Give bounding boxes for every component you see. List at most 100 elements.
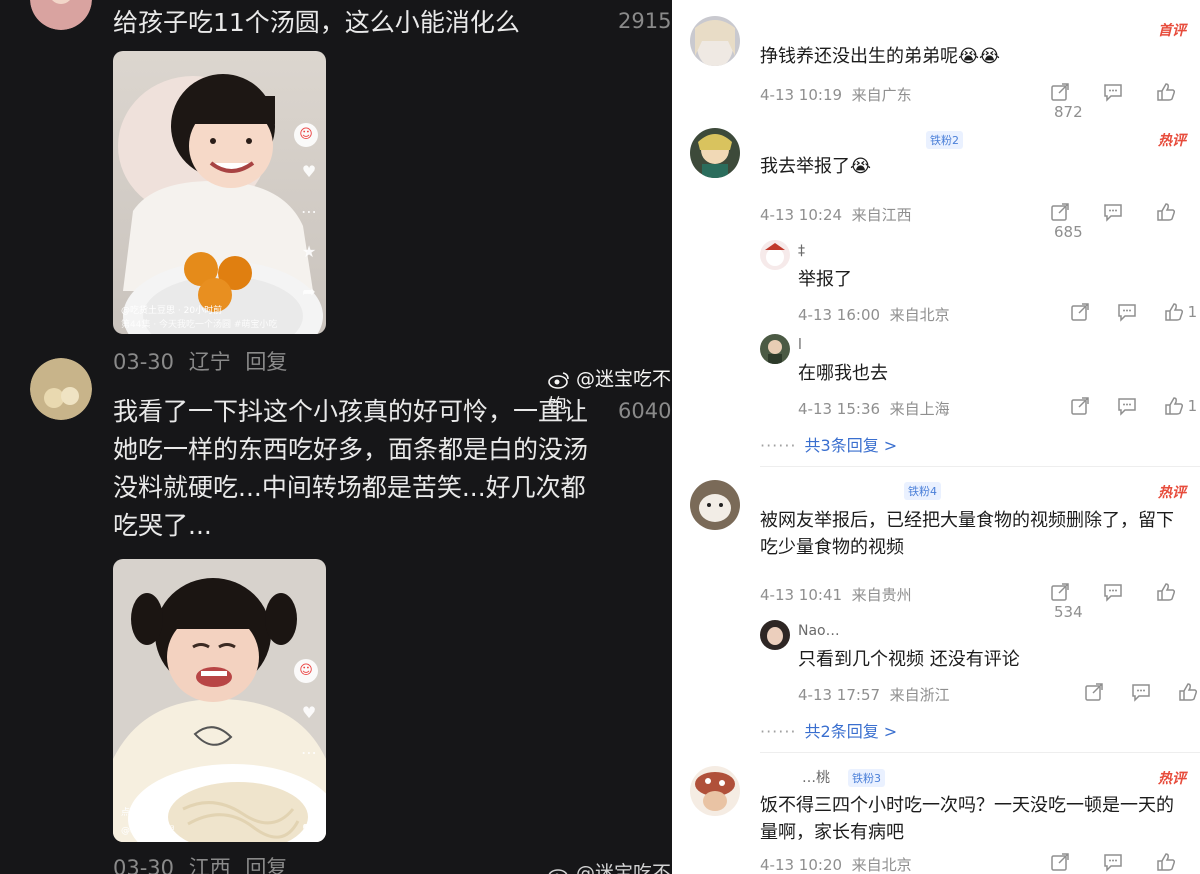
thumbs-up-icon[interactable] — [1156, 202, 1176, 222]
comment-icon[interactable]: ⋯ — [300, 744, 318, 762]
share-arrow-icon[interactable]: ➦ — [300, 283, 318, 301]
video-user: @吃货土豆思 · 20小时前 — [121, 306, 223, 316]
comment-actions: 872 — [1050, 82, 1200, 121]
reply-text: 只看到几个视频 还没有评论 — [798, 649, 1020, 670]
more-replies-link[interactable]: ······ 共2条回复 > — [760, 718, 897, 742]
comment-bubble-icon[interactable] — [1117, 302, 1137, 322]
divider — [760, 466, 1200, 467]
weibo-logo-icon — [548, 371, 569, 389]
username[interactable]: Nao… — [798, 623, 840, 639]
comment-meta: 4-13 10:19 来自广东 — [760, 86, 912, 104]
fan-badge: 铁粉3 — [848, 769, 885, 787]
like-count: 2915 — [618, 9, 672, 33]
comment-text: 我去举报了😭 — [760, 156, 872, 177]
comment-bubble-icon[interactable] — [1103, 202, 1123, 222]
reply-meta: 4-13 15:36 来自上海 — [798, 400, 950, 418]
avatar[interactable] — [690, 766, 740, 816]
avatar[interactable] — [30, 358, 92, 420]
reply-actions: 1 — [1070, 396, 1197, 416]
hot-comment-tag: 热评 — [1158, 771, 1186, 787]
comment-text: 挣钱养还没出生的弟弟呢😭😭 — [760, 46, 1001, 67]
fan-badge: 铁粉2 — [926, 131, 963, 149]
comment-date: 03-30 — [113, 350, 175, 374]
reply-actions — [1084, 682, 1200, 702]
thumbs-up-icon[interactable] — [1178, 682, 1198, 702]
thumbs-up-icon[interactable] — [1164, 302, 1184, 322]
thumbs-up-icon[interactable] — [1156, 82, 1176, 102]
comment-meta: 03-30 辽宁 回复 — [113, 346, 295, 376]
repost-icon[interactable] — [1070, 396, 1090, 416]
repost-icon[interactable] — [1050, 202, 1070, 222]
avatar[interactable] — [760, 620, 790, 650]
video-thumbnail[interactable]: ☺ ♥ ⋯ ★ ➦ 点击推荐 @吃货土豆思 — [113, 559, 326, 842]
creator-avatar-icon[interactable]: ☺ — [294, 659, 318, 683]
reply-text: 在哪我也去 — [798, 363, 888, 384]
more-replies-link[interactable]: ······ 共3条回复 > — [760, 432, 897, 456]
like-count: 6040 — [618, 399, 672, 423]
reply-meta: 4-13 17:57 来自浙江 — [798, 686, 950, 704]
like-heart-icon[interactable]: ♥ — [300, 704, 318, 722]
comment-actions: 396 — [1050, 852, 1200, 874]
avatar[interactable] — [690, 480, 740, 530]
reply-button[interactable]: 回复 — [245, 856, 287, 874]
username[interactable]: l — [798, 337, 802, 353]
like-count: 1 — [1187, 303, 1198, 321]
avatar[interactable] — [760, 240, 790, 270]
first-comment-tag: 首评 — [1158, 23, 1186, 39]
creator-avatar-icon[interactable]: ☺ — [294, 123, 318, 147]
like-count: 872 — [1054, 102, 1083, 121]
repost-icon[interactable] — [1050, 82, 1070, 102]
comment-bubble-icon[interactable] — [1117, 396, 1137, 416]
comment-actions: 685 — [1050, 202, 1200, 241]
video-desc: 第44集 · 今天我吃一个汤圆 #萌宝小吃 — [121, 320, 278, 330]
comment-region: 江西 — [188, 856, 231, 874]
username[interactable]: …桃 — [802, 767, 830, 787]
reply-actions: 1 — [1070, 302, 1197, 322]
comment-text: 饭不得三四个小时吃一次吗？一天没吃一顿是一天的量啊，家长有病吧 — [760, 795, 1174, 843]
video-thumbnail[interactable]: ☺ ♥ ⋯ ★ ➦ @吃货土豆思 · 20小时前 第44集 · 今天我吃一个汤圆… — [113, 51, 326, 334]
comment-meta: 03-30 江西 回复 — [113, 852, 295, 874]
hot-comment-tag: 热评 — [1158, 133, 1186, 149]
hot-comment-tag: 热评 — [1158, 485, 1186, 501]
comment-region: 辽宁 — [188, 350, 231, 374]
reply-text: 举报了 — [798, 269, 852, 290]
favorite-star-icon[interactable]: ★ — [300, 784, 318, 802]
weibo-comments-panel: 首评 挣钱养还没出生的弟弟呢😭😭 4-13 10:19 来自广东 872 铁粉2… — [672, 0, 1200, 874]
comment-text: 给孩子吃11个汤圆，这么小能消化么 — [113, 8, 520, 37]
comment-actions: 534 — [1050, 582, 1200, 621]
douyin-comments-panel: 给孩子吃11个汤圆，这么小能消化么 2915 ☺ ♥ ⋯ ★ ➦ @吃货土豆思 … — [0, 0, 672, 874]
repost-icon[interactable] — [1084, 682, 1104, 702]
avatar[interactable] — [760, 334, 790, 364]
thumbs-up-icon[interactable] — [1164, 396, 1184, 416]
thumbs-up-icon[interactable] — [1156, 852, 1176, 872]
comment-bubble-icon[interactable] — [1103, 582, 1123, 602]
comment-bubble-icon[interactable] — [1131, 682, 1151, 702]
divider — [760, 752, 1200, 753]
avatar[interactable] — [690, 128, 740, 178]
repost-icon[interactable] — [1050, 582, 1070, 602]
repost-icon[interactable] — [1070, 302, 1090, 322]
favorite-star-icon[interactable]: ★ — [300, 243, 318, 261]
like-count: 685 — [1054, 222, 1083, 241]
comment-meta: 4-13 10:20 来自北京 — [760, 856, 912, 874]
reply-meta: 4-13 16:00 来自北京 — [798, 306, 950, 324]
like-count: 534 — [1054, 602, 1083, 621]
like-heart-icon[interactable]: ♥ — [300, 163, 318, 181]
video-user: @吃货土豆思 — [121, 826, 176, 836]
comment-date: 03-30 — [113, 856, 175, 874]
weibo-watermark: @迷宝吃不饱 — [548, 858, 672, 874]
repost-icon[interactable] — [1050, 852, 1070, 872]
comment-icon[interactable]: ⋯ — [300, 203, 318, 221]
username[interactable]: ‡ — [798, 243, 805, 259]
comment-text: 被网友举报后，已经把大量食物的视频删除了，留下吃少量食物的视频 — [760, 510, 1174, 558]
comment-bubble-icon[interactable] — [1103, 852, 1123, 872]
comment-meta: 4-13 10:41 来自贵州 — [760, 586, 912, 604]
share-arrow-icon[interactable]: ➦ — [300, 817, 318, 835]
comment-meta: 4-13 10:24 来自江西 — [760, 206, 912, 224]
avatar[interactable] — [690, 16, 740, 66]
comment-bubble-icon[interactable] — [1103, 82, 1123, 102]
reply-button[interactable]: 回复 — [245, 350, 287, 374]
thumbs-up-icon[interactable] — [1156, 582, 1176, 602]
avatar[interactable] — [30, 0, 92, 30]
fan-badge: 铁粉4 — [904, 482, 941, 500]
